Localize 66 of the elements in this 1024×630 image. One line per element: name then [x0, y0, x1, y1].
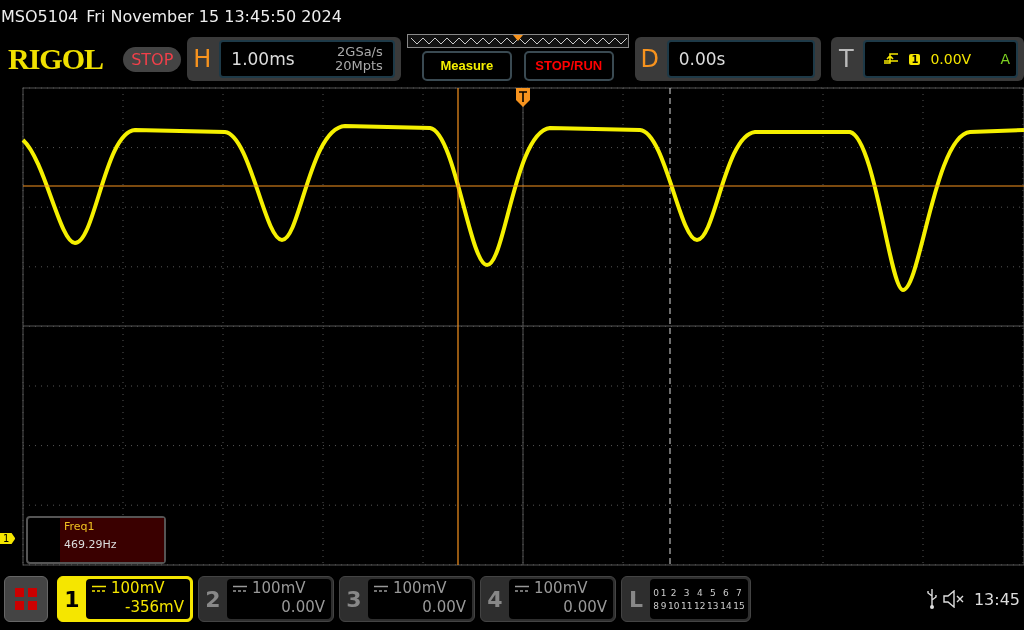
channel-offset: 0.00V — [563, 598, 607, 617]
memory-depth: 20Mpts — [334, 59, 383, 73]
clock-time: 13:45 — [973, 589, 1020, 609]
trigger-level: 0.00V — [930, 51, 972, 67]
logo: RIGOL — [8, 42, 105, 76]
logic-channel-number: 4 — [695, 587, 704, 598]
channel-tab[interactable]: 4 100mV 0.00V — [480, 576, 616, 622]
delay-panel[interactable]: D 0.00s — [634, 37, 822, 81]
horizontal-label: H — [192, 45, 213, 73]
speaker-muted-icon — [942, 590, 965, 608]
channel-scale: 100mV — [534, 579, 588, 598]
dc-coupling-icon — [374, 584, 388, 593]
logic-channel-number: 10 — [667, 600, 680, 611]
channel-scale: 100mV — [111, 579, 165, 598]
channel-number: 3 — [345, 586, 363, 612]
channel-offset: 0.00V — [422, 598, 466, 617]
channel-offset: -356mV — [125, 598, 184, 617]
usb-icon — [925, 588, 938, 610]
channel-tab[interactable]: 1 100mV -356mV — [57, 576, 193, 622]
logic-tab[interactable]: L 0 1 2 3 4 5 6 7 8 9 10 11 12 13 14 15 — [621, 576, 751, 622]
logic-channel-number: 15 — [732, 600, 745, 611]
toolbar-button[interactable]: Measure — [421, 50, 512, 81]
logic-channel-number: 9 — [660, 600, 667, 611]
logic-channel-number: 0 — [653, 587, 660, 598]
logic-channel-number: 12 — [693, 600, 706, 611]
dc-coupling-icon — [92, 584, 106, 593]
channel-number: 2 — [204, 586, 222, 612]
trigger-label: T — [838, 45, 855, 73]
date-time: Fri November 15 13:45:50 2024 — [86, 6, 342, 26]
channel-offset: 0.00V — [281, 598, 325, 617]
channel-marker[interactable]: 1 — [0, 533, 16, 544]
channel-number: 1 — [63, 586, 81, 612]
logic-channel-number: 3 — [682, 587, 691, 598]
dc-coupling-icon — [515, 584, 529, 593]
trigger-mode: A — [1000, 51, 1010, 67]
channel-number: 4 — [486, 586, 504, 612]
logic-channel-number: 8 — [653, 600, 660, 611]
logic-channel-number: 5 — [708, 587, 717, 598]
measurement-name: Freq1 — [64, 520, 96, 533]
delay-label: D — [639, 45, 660, 73]
logic-channel-number: 6 — [722, 587, 730, 598]
trigger-source: 1 — [909, 53, 921, 65]
channel-scale: 100mV — [252, 579, 306, 598]
logic-label: L — [628, 586, 644, 612]
timebase-value: 1.00ms — [231, 49, 295, 69]
measurement-value: 469.29Hz — [64, 538, 118, 551]
dc-coupling-icon — [233, 584, 247, 593]
sample-rate: 2GSa/s — [337, 45, 383, 59]
channel-tab[interactable]: 2 100mV 0.00V — [198, 576, 334, 622]
grid-icon — [14, 587, 38, 611]
delay-value: 0.00s — [678, 49, 726, 69]
logic-channel-number: 14 — [719, 600, 732, 611]
logic-channel-number: 2 — [669, 587, 678, 598]
logic-channel-number: 1 — [660, 587, 667, 598]
menu-button[interactable] — [4, 576, 48, 622]
channel-scale: 100mV — [393, 579, 447, 598]
trigger-position-marker-icon — [516, 88, 530, 107]
channel-tab[interactable]: 3 100mV 0.00V — [339, 576, 475, 622]
model-name: MSO5104 — [1, 6, 79, 26]
trigger-panel[interactable]: T 1 0.00V A — [831, 37, 1024, 81]
toolbar-button[interactable]: STOP/RUN — [523, 50, 614, 81]
logic-channel-number: 11 — [680, 600, 693, 611]
logic-channel-number: 7 — [735, 587, 743, 598]
rising-edge-icon — [883, 51, 900, 67]
horizontal-panel[interactable]: H 1.00ms 2GSa/s 20Mpts — [187, 37, 401, 81]
logic-channel-number: 13 — [706, 600, 719, 611]
